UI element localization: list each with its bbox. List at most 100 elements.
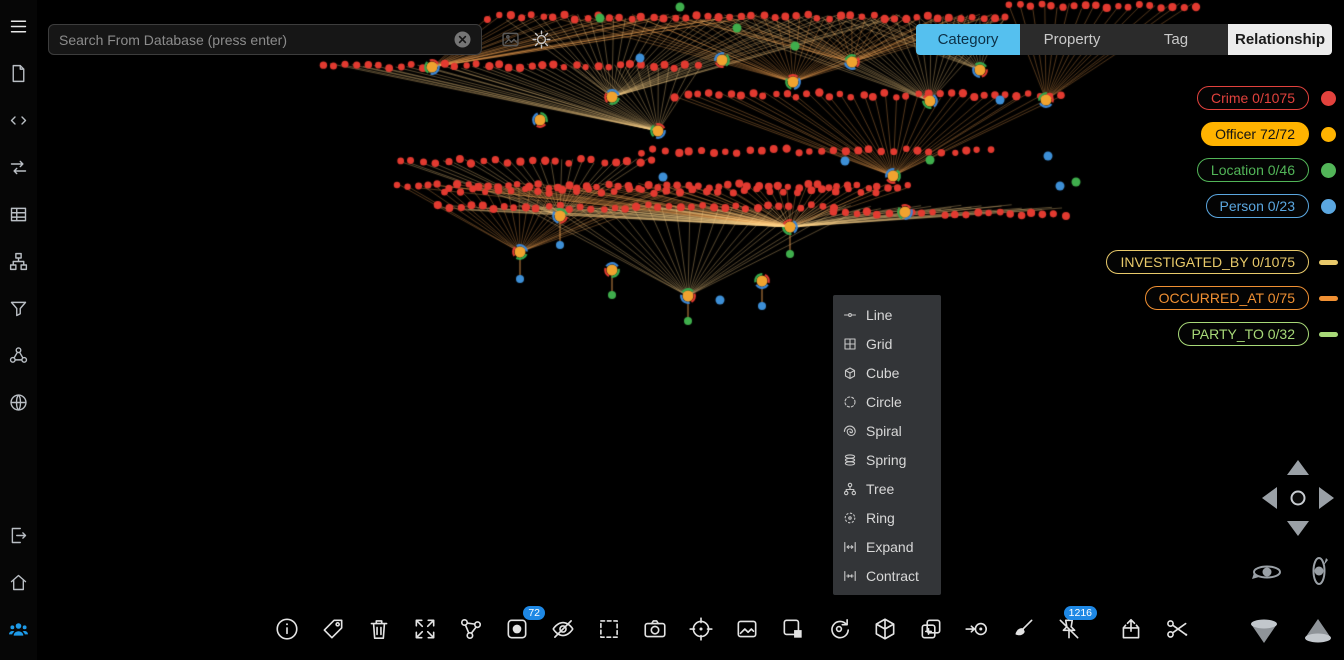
rotate-vertical-icon[interactable] [1302, 556, 1336, 586]
cut-edges-icon[interactable] [1164, 616, 1190, 642]
image-mountain-icon[interactable] [734, 616, 760, 642]
focus-target-icon[interactable] [964, 616, 990, 642]
menu-item-expand[interactable]: Expand [833, 532, 941, 561]
code-icon[interactable] [8, 110, 29, 131]
pan-dpad[interactable] [1260, 458, 1336, 538]
legend-location[interactable]: Location 0/46 [1106, 158, 1338, 182]
menu-item-line[interactable]: Line [833, 300, 941, 329]
legend-crime-pill[interactable]: Crime 0/1075 [1197, 86, 1309, 110]
rotate-controls [1250, 556, 1336, 586]
menu-item-tree[interactable]: Tree [833, 474, 941, 503]
spring-layout-icon [843, 453, 857, 467]
trash-icon[interactable] [366, 616, 392, 642]
sitemap-icon[interactable] [8, 251, 29, 272]
investigated-by-dash [1319, 260, 1338, 265]
grid-layout-icon [843, 337, 857, 351]
swap-arrows-icon[interactable] [8, 157, 29, 178]
menu-item-circle[interactable]: Circle [833, 387, 941, 416]
legend-party-to-pill[interactable]: PARTY_TO 0/32 [1178, 322, 1310, 346]
pan-right-arrow [1319, 487, 1334, 509]
relayout-cycle-icon[interactable] [826, 616, 852, 642]
legend-crime[interactable]: Crime 0/1075 [1106, 86, 1338, 110]
label-count-badge: 72 [523, 606, 545, 620]
contract-layout-icon [843, 569, 857, 583]
legend-person-pill[interactable]: Person 0/23 [1206, 194, 1310, 218]
clear-search-icon[interactable] [454, 31, 471, 48]
tab-category[interactable]: Category [916, 24, 1020, 55]
menu-item-grid[interactable]: Grid [833, 329, 941, 358]
view-cone-controls [1248, 616, 1334, 646]
eye-off-icon[interactable] [550, 616, 576, 642]
gallery-icon[interactable] [500, 29, 521, 50]
expand-layout-icon [843, 540, 857, 554]
tab-tag[interactable]: Tag [1124, 24, 1228, 55]
line-layout-icon [843, 308, 857, 322]
hidden-count-badge: 1216 [1064, 606, 1097, 620]
ring-layout-icon [843, 511, 857, 525]
legend-person[interactable]: Person 0/23 [1106, 194, 1338, 218]
cone-down-icon[interactable] [1248, 616, 1280, 646]
brush-icon[interactable] [1010, 616, 1036, 642]
cube-3d-icon[interactable] [872, 616, 898, 642]
bottom-toolbar: 72 1216 [274, 616, 1190, 642]
crosshair-icon[interactable] [688, 616, 714, 642]
cone-up-icon[interactable] [1302, 616, 1334, 646]
home-icon[interactable] [8, 572, 29, 593]
menu-icon[interactable] [8, 16, 29, 37]
filter-icon[interactable] [8, 298, 29, 319]
file-icon[interactable] [8, 63, 29, 84]
tab-relationship[interactable]: Relationship [1228, 24, 1332, 55]
person-dot [1321, 199, 1336, 214]
menu-item-contract[interactable]: Contract [833, 561, 941, 590]
tab-property[interactable]: Property [1020, 24, 1124, 55]
legend-occurred-at-pill[interactable]: OCCURRED_AT 0/75 [1145, 286, 1309, 310]
image-overlay-icon[interactable] [780, 616, 806, 642]
pan-left-arrow [1262, 487, 1277, 509]
subgraph-icon[interactable] [458, 616, 484, 642]
menu-item-spiral[interactable]: Spiral [833, 416, 941, 445]
marquee-select-icon[interactable] [596, 616, 622, 642]
tag-icon[interactable] [320, 616, 346, 642]
legend-officer[interactable]: Officer 72/72 [1106, 122, 1338, 146]
menu-item-cube[interactable]: Cube [833, 358, 941, 387]
info-icon[interactable] [274, 616, 300, 642]
legend-investigated-by[interactable]: INVESTIGATED_BY 0/1075 [1106, 250, 1338, 274]
camera-icon[interactable] [642, 616, 668, 642]
location-dot [1321, 163, 1336, 178]
legend-party-to[interactable]: PARTY_TO 0/32 [1106, 322, 1338, 346]
cluster-icon[interactable] [8, 345, 29, 366]
export-box-icon[interactable] [1118, 616, 1144, 642]
occurred-at-dash [1319, 296, 1338, 301]
legend-location-pill[interactable]: Location 0/46 [1197, 158, 1309, 182]
fullscreen-expand-icon[interactable] [412, 616, 438, 642]
spiral-layout-icon [843, 424, 857, 438]
view-tabs: Category Property Tag Relationship [916, 24, 1332, 55]
settings-gear-icon[interactable] [531, 29, 552, 50]
legend-panel: Crime 0/1075 Officer 72/72 Location 0/46… [1106, 86, 1338, 346]
rotate-horizontal-icon[interactable] [1250, 556, 1284, 586]
legend-occurred-at[interactable]: OCCURRED_AT 0/75 [1106, 286, 1338, 310]
pan-down-arrow [1287, 521, 1309, 536]
pan-center-ring [1292, 492, 1305, 505]
menu-item-spring[interactable]: Spring [833, 445, 941, 474]
logout-icon[interactable] [8, 525, 29, 546]
pin-off-icon[interactable]: 1216 [1056, 616, 1082, 642]
table-icon[interactable] [8, 204, 29, 225]
menu-item-ring[interactable]: Ring [833, 503, 941, 532]
search-aux-icons [500, 29, 552, 50]
add-window-icon[interactable] [918, 616, 944, 642]
legend-investigated-by-pill[interactable]: INVESTIGATED_BY 0/1075 [1106, 250, 1309, 274]
circle-layout-icon [843, 395, 857, 409]
pan-up-arrow [1287, 460, 1309, 475]
label-count-icon[interactable]: 72 [504, 616, 530, 642]
tree-layout-icon [843, 482, 857, 496]
sidebar [0, 0, 37, 660]
cube-layout-icon [843, 366, 857, 380]
search-input[interactable] [59, 32, 454, 48]
search-bar [48, 24, 482, 55]
layout-menu: Line Grid Cube Circle Spiral Spring Tree… [833, 295, 941, 595]
legend-officer-pill[interactable]: Officer 72/72 [1201, 122, 1309, 146]
crime-dot [1321, 91, 1336, 106]
globe-icon[interactable] [8, 392, 29, 413]
users-icon[interactable] [8, 619, 29, 640]
